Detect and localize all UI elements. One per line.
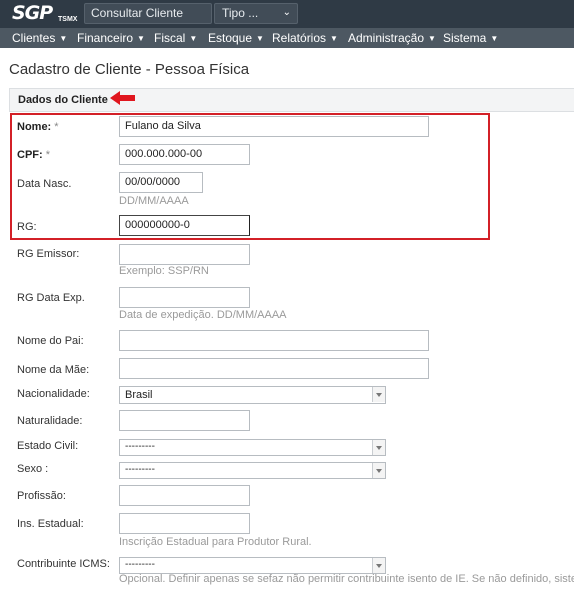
menu-item-estoque[interactable]: Estoque ▼ [208, 31, 264, 45]
data-nasc-input[interactable]: 00/00/0000 [119, 172, 203, 193]
estado-civil-select[interactable]: --------- [119, 439, 386, 456]
sexo-select[interactable]: --------- [119, 462, 386, 479]
menu-item-fiscal[interactable]: Fiscal ▼ [154, 31, 197, 45]
profissao-input[interactable] [119, 485, 250, 506]
caret-down-icon: ▼ [428, 34, 436, 43]
select-value: --------- [125, 441, 155, 452]
label-text: CPF: [17, 149, 43, 161]
menu-label: Sistema [443, 31, 487, 45]
field-label-sexo: Sexo : [17, 463, 49, 475]
caret-down-icon: ▼ [189, 34, 198, 43]
ins-estadual-help: Inscrição Estadual para Produtor Rural. [119, 536, 312, 548]
required-mark: * [45, 149, 51, 161]
top-bar: SGP TSMX Consultar Cliente Tipo ... ⌄ [0, 0, 574, 28]
cpf-input[interactable]: 000.000.000-00 [119, 144, 250, 165]
type-select-value: Tipo ... [222, 6, 259, 20]
menu-item-administracao[interactable]: Administração ▼ [348, 31, 436, 45]
type-select[interactable]: Tipo ... ⌄ [214, 3, 298, 24]
label-text: Nome: [17, 121, 52, 133]
dropdown-arrow-icon [372, 463, 385, 478]
field-label-rg-emissor: RG Emissor: [17, 248, 80, 260]
menu-item-relatorios[interactable]: Relatórios ▼ [272, 31, 338, 45]
caret-down-icon: ▼ [59, 34, 68, 43]
menu-label: Clientes [12, 31, 56, 45]
nacionalidade-select[interactable]: Brasil [119, 386, 386, 404]
select-value: Brasil [125, 389, 153, 401]
menu-item-clientes[interactable]: Clientes ▼ [12, 31, 67, 45]
input-value: 000000000-0 [125, 219, 190, 231]
menu-label: Financeiro [77, 31, 134, 45]
data-nasc-help: DD/MM/AAAA [119, 195, 189, 207]
dropdown-arrow-icon [372, 440, 385, 455]
field-label-rg: RG: [17, 221, 37, 233]
menu-label: Fiscal [154, 31, 186, 45]
nome-mae-input[interactable] [119, 358, 429, 379]
field-label-data-nasc: Data Nasc. [17, 178, 72, 190]
contribuinte-icms-help: Opcional. Definir apenas se sefaz não pe… [119, 573, 574, 585]
select-value: --------- [125, 559, 155, 570]
page-title: Cadastro de Cliente - Pessoa Física [9, 61, 250, 78]
arrow-left-icon [110, 91, 135, 105]
ins-estadual-input[interactable] [119, 513, 250, 534]
rg-input[interactable]: 000000000-0 [119, 215, 250, 236]
caret-down-icon: ▼ [490, 34, 499, 43]
select-value: --------- [125, 464, 155, 475]
main-menu: Clientes ▼ Financeiro ▼ Fiscal ▼ Estoque ▼ R… [0, 28, 574, 48]
field-label-naturalidade: Naturalidade: [17, 415, 83, 427]
field-label-nome-pai: Nome do Pai: [17, 335, 84, 347]
caret-down-icon: ▼ [330, 34, 338, 43]
field-label-ins-estadual: Ins. Estadual: [17, 518, 84, 530]
section-title: Dados do Cliente [18, 94, 108, 106]
caret-down-icon: ▼ [137, 34, 145, 43]
field-label-contribuinte-icms: Contribuinte ICMS: [17, 558, 110, 570]
logo-text: SGP [12, 2, 53, 24]
rg-emissor-input[interactable] [119, 244, 250, 265]
app-logo[interactable]: SGP TSMX [10, 2, 78, 25]
menu-label: Relatórios [272, 31, 327, 45]
field-label-nome-mae: Nome da Mãe: [17, 364, 90, 376]
field-label-nome: Nome: * [17, 121, 59, 133]
field-label-nacionalidade: Nacionalidade: [17, 388, 90, 400]
search-input-value: Consultar Cliente [91, 6, 184, 20]
menu-label: Administração [348, 31, 425, 45]
dropdown-arrow-icon [372, 387, 385, 402]
required-mark: * [54, 121, 59, 133]
section-header: Dados do Cliente [9, 88, 574, 112]
chevron-down-icon: ⌄ [282, 7, 291, 18]
nome-input[interactable]: Fulano da Silva [119, 116, 429, 137]
menu-item-sistema[interactable]: Sistema ▼ [443, 31, 498, 45]
dropdown-arrow-icon [372, 558, 385, 573]
logo-subtext: TSMX [58, 16, 78, 23]
input-value: 00/00/0000 [125, 176, 181, 188]
field-label-rg-data-exp: RG Data Exp. [17, 292, 85, 304]
rg-emissor-help: Exemplo: SSP/RN [119, 265, 209, 277]
field-label-profissao: Profissão: [17, 490, 66, 502]
naturalidade-input[interactable] [119, 410, 250, 431]
menu-item-financeiro[interactable]: Financeiro ▼ [77, 31, 145, 45]
field-label-cpf: CPF: * [17, 149, 50, 161]
contribuinte-icms-select[interactable]: --------- [119, 557, 386, 574]
caret-down-icon: ▼ [256, 34, 264, 43]
input-value: Fulano da Silva [125, 120, 201, 132]
nome-pai-input[interactable] [119, 330, 429, 351]
rg-data-exp-input[interactable] [119, 287, 250, 308]
search-input[interactable]: Consultar Cliente [84, 3, 212, 24]
input-value: 000.000.000-00 [125, 148, 203, 160]
field-label-estado-civil: Estado Civil: [17, 440, 79, 452]
rg-data-exp-help: Data de expedição. DD/MM/AAAA [119, 309, 287, 321]
menu-label: Estoque [208, 31, 253, 45]
